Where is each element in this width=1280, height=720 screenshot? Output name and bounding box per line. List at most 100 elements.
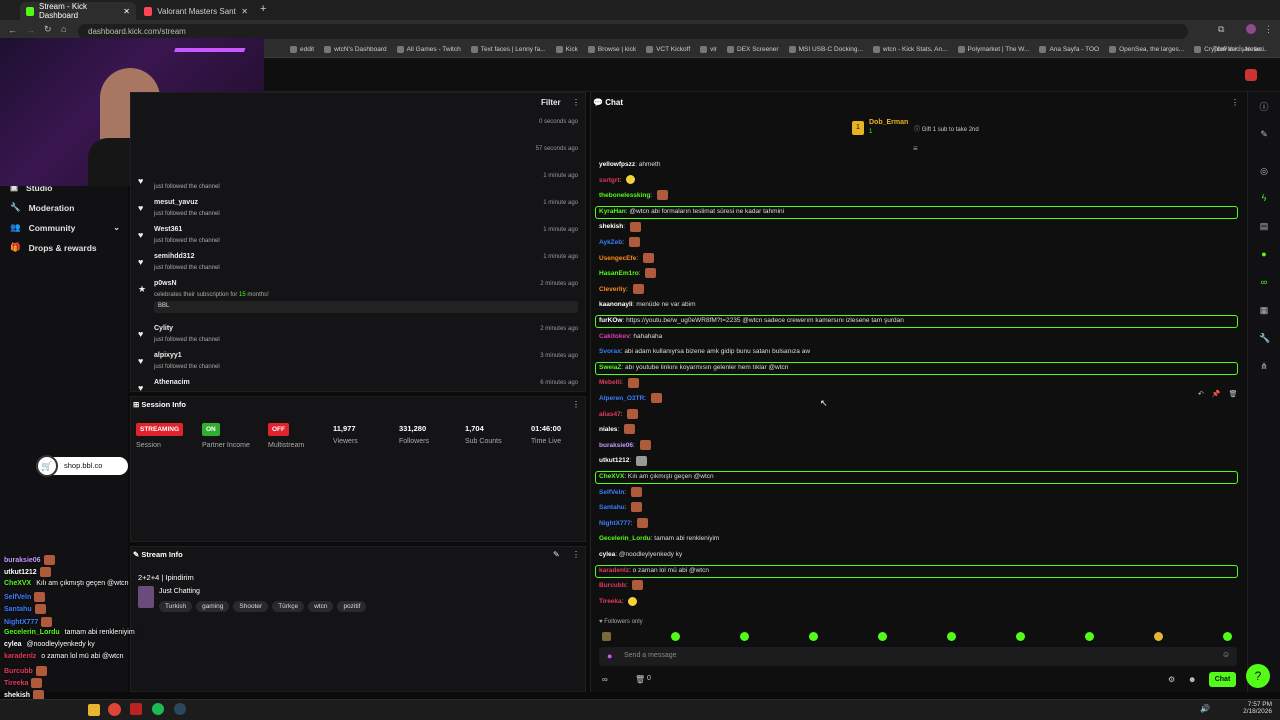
bookmark-item[interactable]: Kick [555,46,578,53]
event-username[interactable]: p0wsN [154,280,177,287]
share-icon[interactable]: ⋔ [1259,361,1269,371]
more-icon[interactable]: ⋮ [572,400,580,409]
wrench-icon[interactable]: 🔧 [1259,333,1270,343]
pencil-icon[interactable]: ✎ [1259,129,1269,139]
filter-button[interactable]: Filter [541,98,561,107]
chrome-icon[interactable] [108,703,121,716]
emoji-icon[interactable]: ☺ [1222,650,1230,659]
emote-shortcut-icon[interactable] [809,632,818,641]
bookmark-item[interactable]: MSI USB-C Docking... [788,46,863,53]
clock[interactable]: 7:57 PM 2/18/2026 [1236,701,1272,715]
emote-shortcut-icon[interactable] [1016,632,1025,641]
stack-icon[interactable]: ▦ [1259,305,1269,315]
chat-username[interactable]: shekish [599,223,623,230]
bookmark-item[interactable]: Text faces | Lenny fa... [470,46,546,53]
chat-username[interactable]: Mebelli [599,379,621,386]
chat-username[interactable]: kaanonayli [599,301,633,308]
menu-icon[interactable]: ⋮ [1264,24,1273,35]
settings-icon[interactable]: ⚙ [1168,675,1175,684]
more-icon[interactable]: ⋮ [572,98,580,107]
more-icon[interactable]: ⋮ [572,550,580,559]
bookmark-item[interactable]: wtcN's Dashboard [324,46,387,53]
send-chat-button[interactable]: Chat [1209,672,1236,687]
chat-username[interactable]: HasanEm1ro [599,270,639,277]
chat-username[interactable]: Svorax [599,348,621,355]
tag-chip[interactable]: gaming [196,601,230,612]
chat-input[interactable]: ● Send a message ☺ [599,647,1237,666]
chat-username[interactable]: yellowfpszz [599,161,635,168]
chat-username[interactable]: Cakitokev [599,333,630,340]
loop-icon[interactable]: ∞ [602,675,608,684]
bookmark-item[interactable]: Ana Sayfa - TOO [1039,46,1099,53]
sidebar-item-community[interactable]: 👥 Community ⌄ [10,222,120,233]
shop-link[interactable]: 🛒 shop.bbl.co [36,455,128,477]
chat-username[interactable]: ssrtgrt [599,177,620,184]
chat-username[interactable]: NightX777 [599,520,631,527]
emote-shortcut-icon[interactable] [740,632,749,641]
link-icon[interactable]: ∞ [1259,277,1269,287]
profile-avatar[interactable] [1246,24,1256,34]
event-username[interactable]: Athenacim [154,379,190,386]
chat-username[interactable]: niales [599,426,617,433]
chat-username[interactable]: karadenlz [599,567,629,574]
help-icon[interactable]: ? [1246,664,1270,688]
info-icon[interactable]: ⓘ [1259,100,1269,112]
chat-username[interactable]: AykZeb [599,239,622,246]
pin-icon[interactable]: 📌 [1212,390,1221,402]
category-name[interactable]: Just Chatting [159,588,200,595]
emote-shortcut-icon[interactable] [1223,632,1232,641]
event-username[interactable]: West361 [154,226,182,233]
delete-icon[interactable]: 🗑 [1229,390,1238,402]
tag-chip[interactable]: wtcn [308,601,334,612]
emote-shortcut-icon[interactable] [947,632,956,641]
chat-username[interactable]: Santahu [599,504,625,511]
bolt-icon[interactable]: ϟ [1259,193,1269,203]
chat-username[interactable]: Gecelerin_Lordu [599,535,651,542]
sidebar-item-drops[interactable]: 🎁 Drops & rewards [10,242,97,253]
chat-username[interactable]: UsengecEfe [599,255,636,262]
more-icon[interactable]: ⋮ [1231,98,1239,107]
chat-bubble-icon[interactable]: ● [1259,249,1269,259]
emote-shortcut-icon[interactable] [602,632,611,641]
chat-username[interactable]: SweiaZ [599,364,621,371]
steam-icon[interactable] [174,703,186,715]
sidebar-item-moderation[interactable]: 🔧 Moderation [10,202,74,213]
user-avatar[interactable] [1245,69,1257,81]
bookmark-item[interactable]: eddit [290,46,314,53]
bookmark-item[interactable]: wtcn - Kick Stats, An... [872,46,948,53]
bookmark-item[interactable]: VCT Kickoff [646,46,690,53]
tab-valorant[interactable]: Valorant Masters Santiago 2026 ✕ [138,2,254,20]
trash-icon[interactable]: 🗑 [635,675,645,684]
chat-username[interactable]: buraksie06 [599,442,633,449]
bookmark-item[interactable]: vlr [700,46,717,53]
chat-username[interactable]: Cleverliy [599,286,626,293]
chat-username[interactable]: alias47 [599,411,621,418]
event-username[interactable]: mesut_yavuz [154,199,198,206]
emote-shortcut-icon[interactable] [1085,632,1094,641]
event-username[interactable]: semihdd312 [154,253,194,260]
event-username[interactable]: alpixyy1 [154,352,182,359]
event-username[interactable]: Cylity [154,325,173,332]
volume-icon[interactable]: 🔊 [1200,704,1210,713]
collapse-icon[interactable]: ≡ [913,144,918,153]
url-input[interactable]: dashboard.kick.com/stream [78,24,1188,39]
chat-username[interactable]: KyraHan [599,208,626,215]
emote-shortcut-icon[interactable] [878,632,887,641]
chat-username[interactable]: Tireeka [599,598,622,605]
tag-chip[interactable]: pozitif [337,601,367,612]
chat-username[interactable]: Alperen_O3TR [599,395,644,402]
bookmark-item[interactable]: DEX Screener [727,46,779,53]
chat-username[interactable]: furKOw [599,317,622,324]
edit-icon[interactable]: ✎ [553,550,560,559]
bookmark-item[interactable]: All Games - Twitch [396,46,461,53]
extensions-icon[interactable]: ⧉ [1218,24,1224,35]
doc-icon[interactable]: ▤ [1259,221,1269,231]
home-icon[interactable]: ⌂ [61,24,66,34]
spotify-icon[interactable] [152,703,164,715]
bookmark-all[interactable]: Tüm Yer İşaretleri [1213,46,1264,53]
chat-username[interactable]: utkut1212 [599,457,629,464]
reload-icon[interactable]: ↻ [44,24,52,35]
tag-chip[interactable]: Turkish [159,601,193,612]
tab-kick-dashboard[interactable]: Stream - Kick Dashboard ✕ [20,2,136,20]
bookmark-item[interactable]: Polymarket | The W... [957,46,1029,53]
